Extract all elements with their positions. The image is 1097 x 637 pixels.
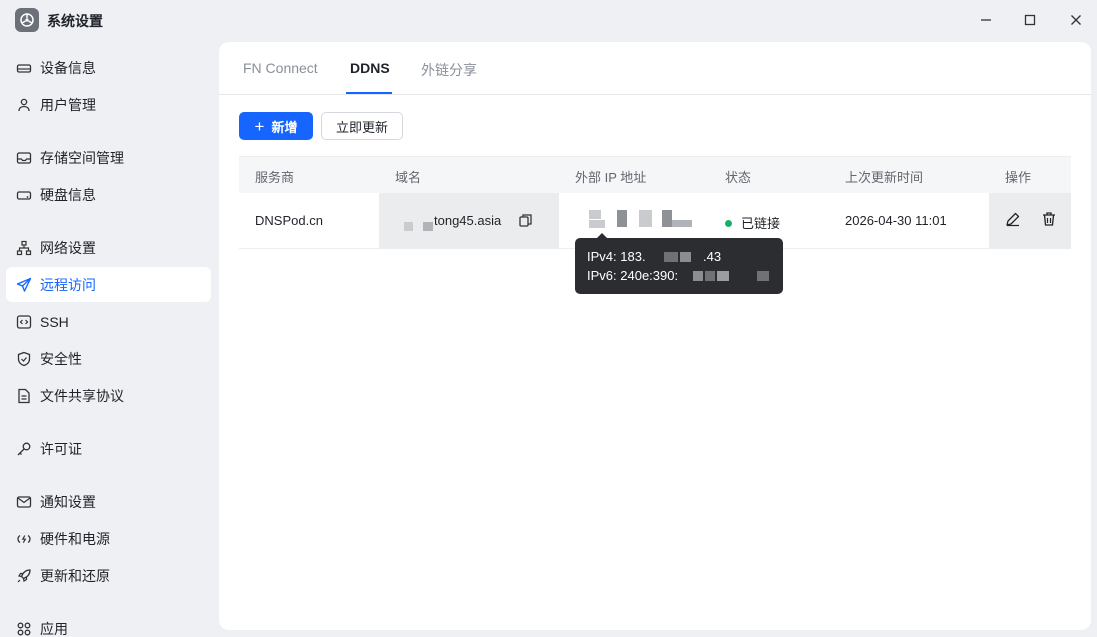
- redacted-mask: [404, 222, 413, 231]
- status-cell: 已链接: [725, 213, 780, 232]
- sidebar-item-security[interactable]: 安全性: [6, 341, 211, 376]
- domain-cell: tong45.asia: [434, 213, 502, 228]
- apps-icon: [15, 620, 33, 637]
- window-title: 系统设置: [47, 13, 103, 29]
- title-bar: 系统设置: [0, 0, 1097, 40]
- disk-icon: [15, 186, 33, 204]
- sidebar-item-apps[interactable]: 应用: [6, 611, 211, 637]
- sidebar-item-users[interactable]: 用户管理: [6, 87, 211, 122]
- maximize-icon[interactable]: [1018, 8, 1042, 32]
- redacted-mask: [662, 210, 672, 227]
- minimize-icon[interactable]: [974, 8, 998, 32]
- redacted-mask: [423, 222, 433, 231]
- column-header-domain: 域名: [395, 170, 422, 185]
- drive-icon: [15, 59, 33, 77]
- main-panel: FN Connect DDNS 外链分享 + 新增 立即更新 服务商 域名 外部…: [219, 42, 1091, 630]
- key-icon: [15, 440, 33, 458]
- tab-bar: FN Connect DDNS 外链分享: [219, 42, 1091, 95]
- sidebar-item-network[interactable]: 网络设置: [6, 230, 211, 265]
- tab-fn-connect[interactable]: FN Connect: [243, 60, 318, 76]
- sidebar-item-label: 更新和还原: [40, 567, 110, 584]
- plus-icon: +: [254, 116, 265, 136]
- ipv4-label: IPv4:: [587, 249, 617, 264]
- sidebar-item-disk[interactable]: 硬盘信息: [6, 177, 211, 212]
- close-icon[interactable]: [1064, 8, 1088, 32]
- add-button[interactable]: + 新增: [239, 112, 313, 140]
- sidebar-item-label: 网络设置: [40, 239, 96, 256]
- ipv4-prefix: 183.: [620, 249, 646, 264]
- sidebar-item-file-sharing[interactable]: 文件共享协议: [6, 378, 211, 413]
- redacted-mask: [757, 271, 769, 281]
- sidebar-item-label: 许可证: [40, 440, 82, 457]
- sidebar-item-label: SSH: [40, 313, 69, 330]
- sidebar-item-label: 设备信息: [40, 59, 96, 76]
- ipv6-label: IPv6:: [587, 268, 617, 283]
- delete-icon[interactable]: [1041, 211, 1057, 232]
- redacted-mask: [717, 271, 729, 281]
- actions-cell-hover: [989, 193, 1071, 249]
- shield-icon: [15, 350, 33, 368]
- last-updated-cell: 2026-04-30 11:01: [845, 213, 947, 228]
- sidebar-item-label: 文件共享协议: [40, 387, 124, 404]
- redacted-mask: [672, 220, 692, 227]
- status-text: 已链接: [741, 216, 781, 231]
- refresh-now-button[interactable]: 立即更新: [321, 112, 403, 140]
- sidebar-item-label: 存储空间管理: [40, 149, 124, 166]
- rocket-icon: [15, 567, 33, 585]
- tooltip-ipv6-line: IPv6: 240e:390:: [587, 268, 678, 283]
- column-header-provider: 服务商: [255, 170, 295, 185]
- tab-ddns[interactable]: DDNS: [350, 60, 390, 76]
- tooltip-ipv4-line: IPv4: 183.: [587, 249, 646, 264]
- tab-external-share[interactable]: 外链分享: [421, 60, 477, 80]
- redacted-mask: [589, 210, 601, 219]
- column-header-actions: 操作: [1005, 170, 1032, 185]
- redacted-mask: [639, 210, 652, 227]
- copy-icon[interactable]: [518, 213, 533, 233]
- redacted-mask: [680, 252, 691, 262]
- redacted-mask: [693, 271, 703, 281]
- user-icon: [15, 96, 33, 114]
- redacted-mask: [617, 210, 627, 227]
- sidebar-item-label: 远程访问: [40, 276, 96, 293]
- ipv4-suffix: .43: [703, 249, 722, 264]
- active-tab-indicator: [346, 92, 392, 94]
- redacted-mask: [664, 252, 678, 262]
- sidebar-item-label: 安全性: [40, 350, 82, 367]
- add-button-label: 新增: [271, 119, 298, 135]
- sidebar-item-update-restore[interactable]: 更新和还原: [6, 558, 211, 593]
- sidebar: 设备信息 用户管理 存储空间管理 硬盘信息 网络设置 远程访问 SSH 安全性 …: [0, 40, 219, 637]
- ip-tooltip: IPv4: 183. .43 IPv6: 240e:390:: [575, 233, 783, 294]
- sidebar-item-ssh[interactable]: SSH: [6, 304, 211, 339]
- redacted-mask: [589, 220, 605, 228]
- sidebar-item-hardware-power[interactable]: 硬件和电源: [6, 521, 211, 556]
- sidebar-item-notifications[interactable]: 通知设置: [6, 484, 211, 519]
- code-icon: [15, 313, 33, 331]
- table-header: 服务商 域名 外部 IP 地址 状态 上次更新时间 操作: [239, 156, 1071, 193]
- sidebar-item-label: 通知设置: [40, 493, 96, 510]
- ipv6-prefix: 240e:390:: [620, 268, 679, 283]
- send-icon: [15, 276, 33, 294]
- sidebar-item-label: 硬件和电源: [40, 530, 110, 547]
- status-connected-dot: [725, 220, 732, 228]
- mail-icon: [15, 493, 33, 511]
- file-icon: [15, 387, 33, 405]
- sidebar-item-storage[interactable]: 存储空间管理: [6, 140, 211, 175]
- column-header-external-ip: 外部 IP 地址: [575, 170, 647, 185]
- sidebar-item-device-info[interactable]: 设备信息: [6, 50, 211, 85]
- redacted-mask: [705, 271, 715, 281]
- provider-cell: DNSPod.cn: [255, 213, 323, 228]
- column-header-status: 状态: [725, 170, 752, 185]
- power-icon: [15, 530, 33, 548]
- storage-icon: [15, 149, 33, 167]
- column-header-last-updated: 上次更新时间: [845, 170, 924, 185]
- settings-app-icon: [15, 8, 39, 32]
- edit-icon[interactable]: [1005, 211, 1021, 232]
- sidebar-item-license[interactable]: 许可证: [6, 431, 211, 466]
- sidebar-item-remote-access[interactable]: 远程访问: [6, 267, 211, 302]
- tooltip-arrow: [597, 233, 607, 238]
- sidebar-item-label: 应用: [40, 620, 68, 637]
- sidebar-item-label: 硬盘信息: [40, 186, 96, 203]
- network-icon: [15, 239, 33, 257]
- sidebar-item-label: 用户管理: [40, 96, 96, 113]
